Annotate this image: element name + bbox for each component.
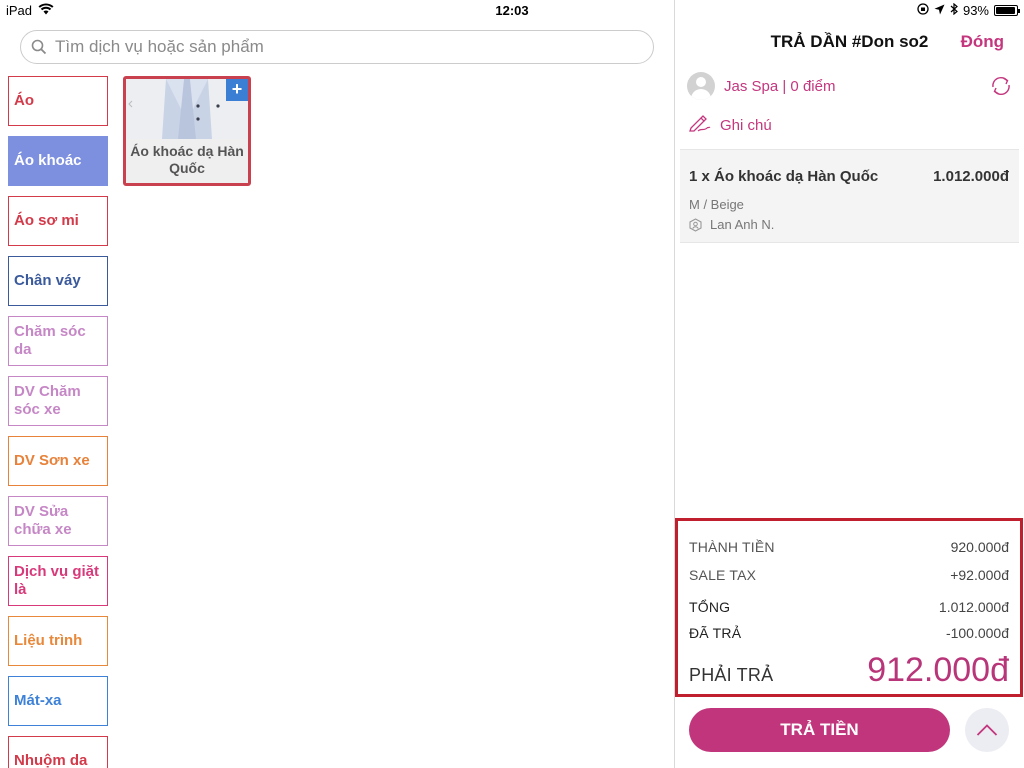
category-item[interactable]: Liệu trình [8,616,108,666]
close-button[interactable]: Đóng [961,32,1004,52]
order-pane: TRẢ DẦN #Don so2 Đóng Jas Spa | 0 điểm G… [675,22,1024,768]
paid-row: ĐÃ TRẢ -100.000đ [689,625,1009,641]
app-root: iPad 12:03 93% ÁoÁo k [0,0,1024,768]
line-item-staff: Lan Anh N. [689,217,774,232]
staff-badge-icon [689,217,702,232]
subtotal-row: THÀNH TIỀN 920.000đ [689,539,1009,555]
customer-row[interactable]: Jas Spa | 0 điểm [687,72,1019,100]
paid-value: -100.000đ [945,625,1009,641]
note-label: Ghi chú [720,117,772,134]
avatar [687,72,715,100]
product-card[interactable]: + Áo khoác dạ Hàn Quốc [123,76,251,186]
total-row: TỔNG 1.012.000đ [689,595,1009,615]
bluetooth-icon [950,2,958,18]
total-label: TỔNG [689,599,731,615]
pay-button[interactable]: TRẢ TIỀN [689,708,950,752]
clock: 12:03 [495,3,529,18]
category-item[interactable]: DV Sơn xe [8,436,108,486]
category-item[interactable]: Áo [8,76,108,126]
note-button[interactable]: Ghi chú [689,114,772,137]
due-value: 912.000đ [867,651,1009,689]
status-right: 93% [917,2,1020,18]
chevron-up-icon [976,724,998,736]
tax-value: +92.000đ [950,567,1009,583]
search-bar[interactable] [20,30,654,64]
category-item[interactable]: Mát-xa [8,676,108,726]
battery-level [996,7,1015,14]
battery-percent: 93% [962,3,989,18]
add-product-button[interactable]: + [226,79,248,101]
product-name: Áo khoác dạ Hàn Quốc [130,143,244,176]
search-input[interactable] [55,37,645,57]
search-icon [31,39,47,55]
staff-name: Lan Anh N. [710,217,775,232]
due-row: PHẢI TRẢ 912.000đ [689,651,1009,690]
tax-label: SALE TAX [689,567,757,583]
tax-row: SALE TAX +92.000đ [689,567,1009,583]
refresh-icon[interactable] [989,74,1013,103]
orientation-lock-icon [917,3,929,18]
category-item[interactable]: Áo khoác [8,136,108,186]
subtotal-value: 920.000đ [950,539,1009,555]
paid-label: ĐÃ TRẢ [689,625,742,641]
category-item[interactable]: DV Sửa chữa xe [8,496,108,546]
category-item[interactable]: Chăm sóc da [8,316,108,366]
note-icon [689,114,711,137]
location-icon [934,3,945,18]
category-item[interactable]: Chân váy [8,256,108,306]
totals-panel: THÀNH TIỀN 920.000đ SALE TAX +92.000đ TỔ… [675,518,1023,697]
line-item-title: 1 x Áo khoác dạ Hàn Quốc [689,168,879,185]
customer-name: Jas Spa | 0 điểm [724,77,836,95]
status-bar: iPad 12:03 93% [0,0,1024,22]
total-value: 1.012.000đ [938,599,1009,615]
category-item[interactable]: Nhuộm da [8,736,108,768]
category-item[interactable]: Dịch vụ giặt là [8,556,108,606]
catalog-pane: Áo Áo khoác Áo sơ mi Chân váy Chăm sóc da DV … [0,22,674,768]
line-item-variant: M / Beige [689,197,744,212]
category-item[interactable]: Áo sơ mi [8,196,108,246]
expand-button[interactable] [965,708,1009,752]
category-list: Áo Áo khoác Áo sơ mi Chân váy Chăm sóc da DV … [8,76,108,768]
subtotal-label: THÀNH TIỀN [689,539,775,555]
line-item-price: 1.012.000đ [933,168,1009,185]
order-line-item[interactable]: 1 x Áo khoác dạ Hàn Quốc 1.012.000đ M / … [680,149,1019,243]
due-label: PHẢI TRẢ [689,665,774,685]
category-item[interactable]: DV Chăm sóc xe [8,376,108,426]
battery-icon [994,5,1020,16]
